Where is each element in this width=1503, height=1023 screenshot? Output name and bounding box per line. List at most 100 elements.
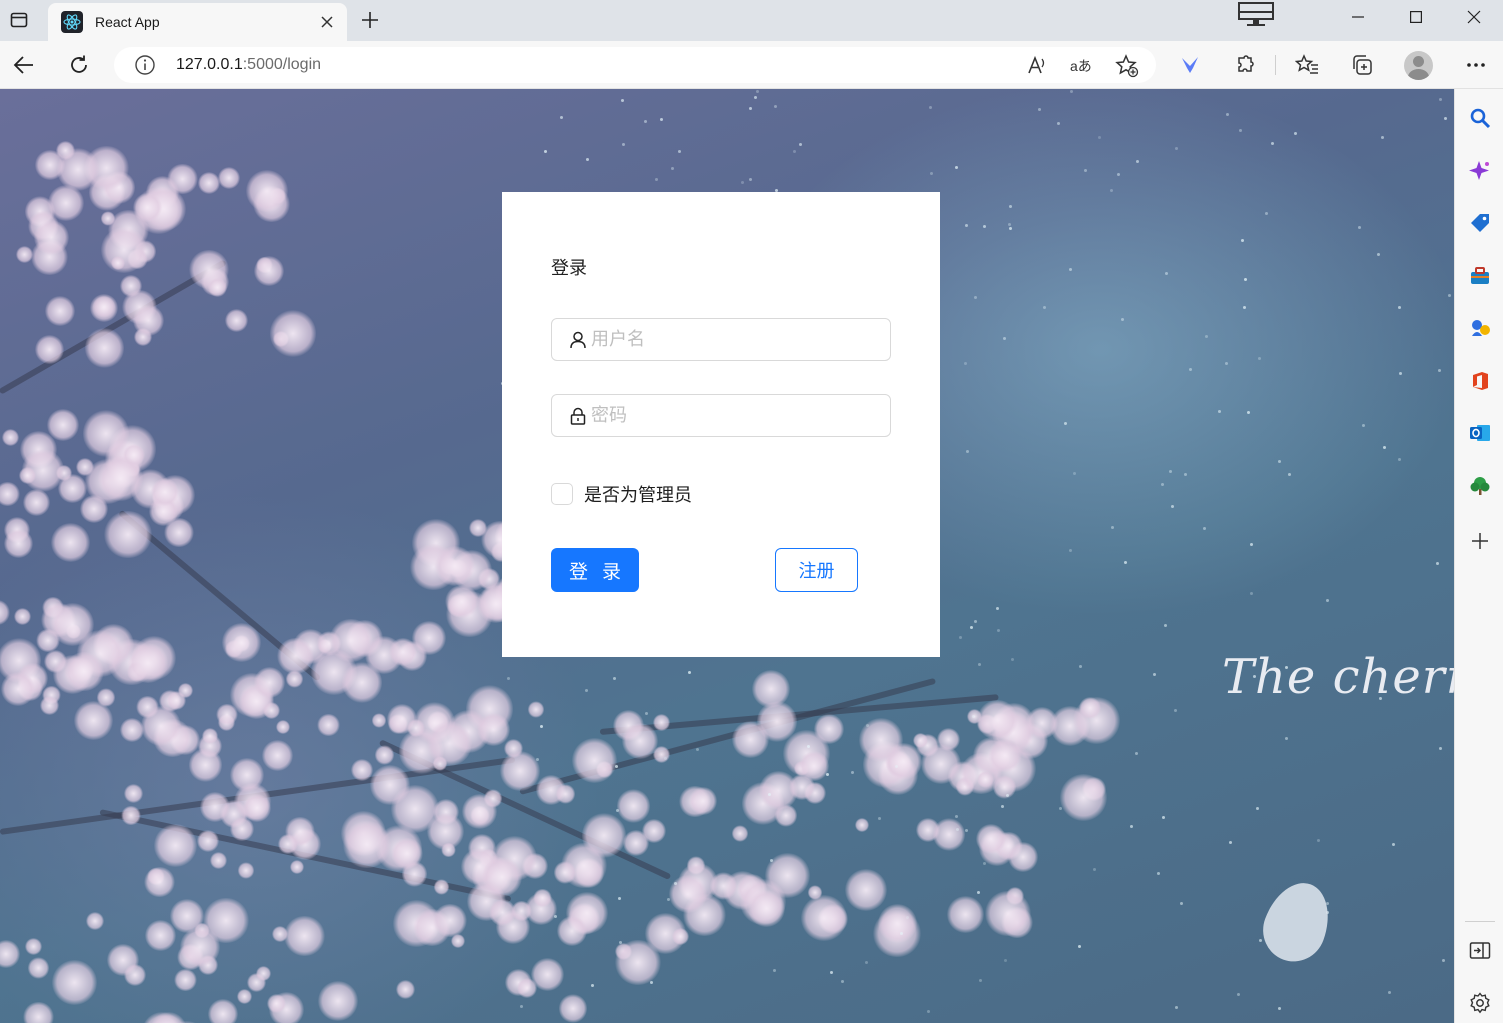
background-speck (620, 99, 624, 103)
window-close-icon[interactable] (1445, 0, 1503, 34)
background-blossom (23, 488, 51, 517)
background-blossom (208, 999, 239, 1023)
background-speck (654, 178, 658, 182)
background-blossom (844, 869, 887, 912)
background-blossom (1, 672, 35, 707)
background-blossom (371, 713, 387, 728)
admin-checkbox-label[interactable]: 是否为管理员 (584, 481, 692, 507)
background-speck (974, 620, 978, 624)
background-speck (1242, 305, 1246, 309)
back-arrow-icon[interactable] (9, 50, 39, 80)
tools-briefcase-icon[interactable] (1469, 265, 1491, 287)
outlook-icon[interactable] (1469, 422, 1491, 444)
split-screen-icon[interactable] (1469, 940, 1491, 962)
react-logo-icon (61, 11, 83, 33)
background-blossom (198, 171, 221, 194)
background-speck (663, 757, 667, 761)
close-icon[interactable] (313, 8, 341, 36)
avatar[interactable] (1404, 51, 1433, 80)
background-speck (590, 983, 594, 987)
add-icon[interactable] (1469, 530, 1491, 552)
info-icon[interactable] (134, 54, 156, 76)
background-blossom (120, 717, 144, 742)
background-blossom (92, 295, 115, 318)
username-input[interactable] (591, 329, 881, 350)
background-speck (741, 181, 745, 185)
url-host: 127.0.0.1 (176, 56, 243, 73)
password-field[interactable] (551, 394, 891, 437)
bluebird-extension-icon[interactable] (1175, 50, 1205, 80)
background-speck (1205, 334, 1209, 338)
office-icon[interactable] (1469, 370, 1491, 392)
background-blossom (445, 585, 479, 619)
background-speck (1116, 172, 1120, 176)
background-blossom (254, 667, 286, 699)
background-blossom (946, 896, 984, 934)
star-add-icon[interactable] (1115, 54, 1139, 78)
background-speck (772, 968, 776, 972)
collections-icon[interactable] (1347, 50, 1377, 80)
background-speck (1008, 205, 1012, 209)
background-speck (966, 450, 970, 454)
background-blossom (277, 637, 314, 675)
background-speck (1388, 991, 1392, 995)
background-speck (1180, 901, 1183, 905)
copilot-sparkle-icon[interactable] (1469, 160, 1491, 182)
background-blossom (123, 963, 147, 986)
minimize-icon[interactable] (1329, 0, 1387, 34)
page-viewport: The cherry 登录 是否为管理员 登 录 注册 (0, 89, 1454, 1023)
background-speck (1271, 142, 1275, 146)
background-blossom (1079, 697, 1101, 719)
browser-tab[interactable]: React App (48, 3, 347, 41)
background-blossom (23, 1001, 54, 1023)
admin-checkbox[interactable] (551, 483, 573, 505)
background-blossom (0, 599, 10, 626)
background-blossom (441, 842, 456, 857)
refresh-icon[interactable] (64, 50, 94, 80)
search-icon[interactable] (1469, 107, 1491, 129)
register-button[interactable]: 注册 (775, 548, 858, 592)
background-speck (1257, 357, 1261, 361)
background-blossom (144, 867, 175, 898)
background-speck (799, 143, 803, 147)
background-speck (996, 628, 1000, 632)
background-speck (584, 688, 588, 692)
background-speck (1058, 806, 1062, 810)
login-button[interactable]: 登 录 (551, 548, 639, 592)
background-blossom (40, 696, 60, 716)
background-blossom (433, 878, 450, 895)
maximize-icon[interactable] (1387, 0, 1445, 34)
background-blossom (200, 792, 231, 822)
games-icon[interactable] (1469, 317, 1491, 339)
password-input[interactable] (591, 405, 881, 426)
puzzle-icon[interactable] (1230, 50, 1260, 80)
tree-icon[interactable] (1469, 475, 1491, 497)
background-speck (965, 223, 969, 227)
translate-icon[interactable]: aあ (1069, 54, 1093, 78)
background-blossom (652, 746, 670, 764)
background-blossom (395, 980, 415, 1000)
background-speck (1161, 482, 1165, 486)
address-bar[interactable]: 127.0.0.1:5000/login aあ (114, 47, 1156, 83)
background-blossom (572, 738, 618, 784)
url-text[interactable]: 127.0.0.1:5000/login (176, 56, 321, 74)
plus-icon[interactable] (356, 6, 384, 34)
background-blossom (179, 927, 220, 968)
background-speck (1202, 527, 1206, 531)
background-blossom (435, 546, 475, 586)
shopping-tag-icon[interactable] (1469, 212, 1491, 234)
favorites-icon[interactable] (1292, 50, 1322, 80)
background-speck (1042, 306, 1046, 310)
admin-checkbox-row[interactable]: 是否为管理员 (551, 481, 692, 507)
tab-actions-icon[interactable] (6, 7, 32, 33)
background-blossom (532, 888, 552, 908)
background-blossom (86, 911, 104, 930)
background-blossom (343, 821, 391, 869)
username-field[interactable] (551, 318, 891, 361)
read-aloud-icon[interactable] (1025, 54, 1049, 78)
background-blossom (329, 618, 373, 663)
background-blossom (433, 904, 467, 938)
more-icon[interactable] (1461, 50, 1491, 80)
background-blossom (174, 968, 197, 992)
settings-gear-icon[interactable] (1469, 992, 1491, 1014)
